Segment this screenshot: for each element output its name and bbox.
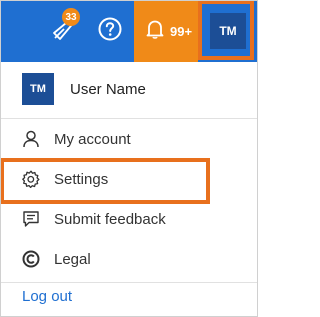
user-name: User Name — [70, 80, 146, 98]
menu-item-settings[interactable]: Settings — [22, 164, 108, 194]
gear-icon — [22, 170, 40, 188]
account-button[interactable]: TM — [198, 0, 258, 62]
help-button[interactable] — [92, 0, 128, 62]
menu-item-label: My account — [54, 130, 131, 148]
menu-item-submit-feedback[interactable]: Submit feedback — [22, 204, 166, 234]
notification-count: 99+ — [170, 23, 193, 39]
menu-divider-bottom — [0, 282, 258, 283]
top-bar: 33 99+ TM — [0, 0, 258, 62]
feedback-icon — [22, 210, 40, 228]
notifications-button[interactable]: 99+ — [134, 0, 198, 62]
menu-item-my-account[interactable]: My account — [22, 124, 131, 154]
logout-link[interactable]: Log out — [22, 288, 72, 305]
user-menu-screenshot: 33 99+ TM TM User Name My account Settin… — [0, 0, 258, 317]
menu-divider — [0, 118, 258, 119]
whats-new-button[interactable]: 33 — [44, 0, 84, 62]
whats-new-badge: 33 — [62, 8, 80, 26]
menu-item-legal[interactable]: Legal — [22, 244, 91, 274]
question-circle-icon — [97, 16, 123, 47]
account-menu: TM User Name My account Settings Submit … — [0, 62, 258, 317]
menu-avatar: TM — [22, 73, 54, 105]
person-icon — [22, 130, 40, 148]
user-info: TM User Name — [22, 72, 146, 106]
menu-item-label: Submit feedback — [54, 210, 166, 228]
menu-item-label: Settings — [54, 170, 109, 188]
menu-item-label: Legal — [54, 250, 91, 268]
avatar: TM — [210, 13, 246, 49]
bell-icon — [146, 19, 164, 44]
copyright-icon — [22, 250, 40, 268]
